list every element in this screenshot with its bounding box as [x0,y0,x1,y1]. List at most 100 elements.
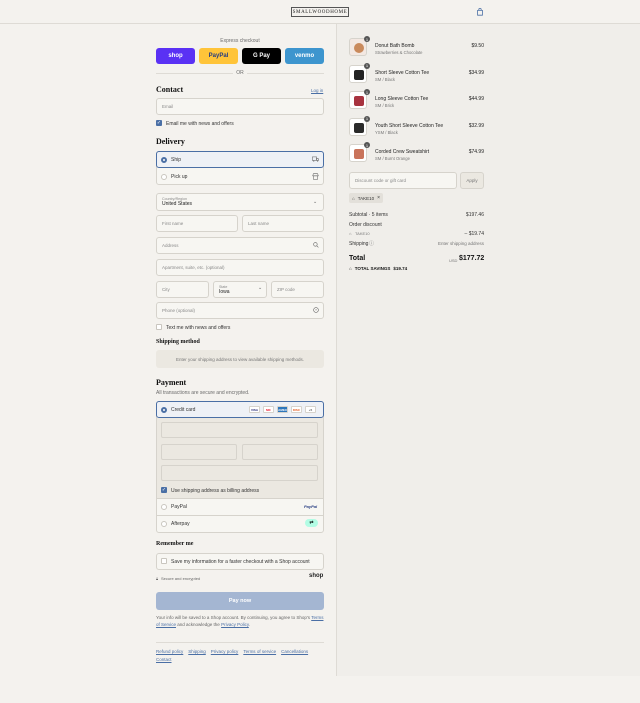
card-number-field[interactable] [161,422,318,438]
address-field[interactable]: Address [156,237,324,254]
total-value: $177.72 [459,255,485,262]
svg-text:?: ? [315,308,317,312]
store-logo[interactable]: SMALLWOODHOME [291,7,349,17]
card-brands: VISA MC AMEX DISC +5 [249,406,316,413]
divider [157,498,323,499]
shipping-value: Enter shipping address [437,241,484,246]
contact-link[interactable]: Contact [156,657,172,662]
payment-title: Payment [156,378,187,387]
discount-tag: ⌂ TAKE10 × [349,193,384,203]
terms-of-service-link[interactable]: Terms of service [243,649,276,654]
total-savings-label: TOTAL SAVINGS [354,266,391,271]
cancellations-link[interactable]: Cancellations [281,649,308,654]
quantity-badge: 1 [364,36,370,42]
pickup-radio[interactable] [161,174,167,180]
remember-me-title: Remember me [156,541,194,547]
item-price: $44.99 [468,96,484,102]
product-image [354,122,364,133]
product-image [354,69,364,80]
phone-field[interactable]: Phone (optional) [156,302,324,319]
shipping-label: Shipping [349,241,369,247]
pickup-label: Pick up [171,174,188,180]
discount-tag-label: TAKE10 [357,195,375,201]
ship-radio[interactable] [161,157,167,163]
refund-policy-link[interactable]: Refund policy [156,649,183,654]
product-image [354,43,364,53]
city-field[interactable]: City [156,281,209,298]
save-info-label: Save my information for a faster checkou… [171,559,310,565]
order-discount-label: Order discount [349,222,382,228]
subtotal-value: $197.46 [465,212,484,218]
afterpay-radio[interactable] [161,521,167,527]
country-select[interactable]: Country/Region United States [156,193,324,211]
country-value: United States [162,201,193,207]
express-venmo-button[interactable]: venmo [285,48,324,64]
shipping-link[interactable]: Shipping [188,649,206,654]
help-icon[interactable]: ⓘ [369,240,374,247]
pay-now-button[interactable]: Pay now [156,592,324,610]
total-savings: ⌂ TOTAL SAVINGS $19.74 [349,266,407,271]
express-gpay-button[interactable]: G Pay [242,48,281,64]
order-item: 1 Donut Bath Bomb Strawberries & Chocola… [349,36,484,65]
express-paypal-button[interactable]: PayPal [199,48,238,64]
item-price: $9.50 [471,43,484,49]
billing-same-checkbox[interactable]: ✓ [161,487,167,493]
paypal-radio[interactable] [161,504,167,510]
email-field[interactable]: Email [156,98,324,115]
search-icon [313,242,319,248]
item-price: $32.99 [468,122,484,129]
item-name: Donut Bath Bomb [375,43,415,49]
shopping-bag-icon[interactable] [476,8,484,16]
express-shop-button[interactable]: shop [156,48,195,64]
subtotal-label: Subtotal · 5 items [349,212,388,218]
tag-icon: ⌂ [352,195,355,201]
shipping-method-notice: Enter your shipping address to view avai… [156,350,324,368]
card-brand-icon: VISA [249,406,260,413]
quantity-badge: 1 [364,115,370,122]
privacy-link[interactable]: Privacy Policy [221,622,249,627]
help-icon[interactable]: ? [313,307,319,313]
card-cvv-field[interactable] [242,444,318,460]
item-price: $74.99 [468,149,484,155]
ship-label: Ship [171,157,182,163]
contact-title: Contact [156,85,184,94]
payment-subtitle: All transactions are secure and encrypte… [156,390,250,396]
product-image [354,149,364,159]
legal-text-end: . [248,622,251,627]
save-info-checkbox[interactable] [161,558,167,564]
product-image [354,96,364,106]
card-expiry-field[interactable] [161,444,237,460]
afterpay-label: Afterpay [171,521,190,527]
text-me-checkbox[interactable] [156,324,162,330]
quantity-badge: 1 [364,62,370,69]
item-name: Short Sleeve Cotton Tee [375,69,430,76]
tag-icon: ⌂ [349,231,352,236]
secure-label: Secure and encrypted [161,576,201,581]
ship-option[interactable] [156,151,324,168]
paypal-logo: PayPal [304,504,318,509]
newsletter-checkbox[interactable]: ✓ [156,120,162,126]
express-checkout-label: Express checkout [220,38,260,44]
legal-text-part: and acknowledge the [177,622,220,627]
afterpay-icon: ⇄ [305,519,318,527]
or-label: OR [233,70,247,76]
zip-field[interactable]: ZIP code [271,281,324,298]
quantity-badge: 1 [364,89,370,95]
discount-code-field[interactable]: Discount code or gift card [349,172,457,189]
login-link[interactable]: Log in [311,88,323,93]
card-brand-icon: MC [263,406,274,413]
credit-card-radio[interactable] [161,407,167,413]
last-name-field[interactable]: Last name [242,215,324,232]
card-name-field[interactable] [161,465,318,481]
apartment-field[interactable]: Apartment, suite, etc. (optional) [156,259,324,276]
order-items: 1 Donut Bath Bomb Strawberries & Chocola… [349,36,484,171]
column-divider [336,24,337,676]
newsletter-label: Email me with news and offers [166,121,234,127]
shipping-method-title: Shipping method [156,339,200,345]
store-icon [312,173,319,180]
truck-icon [312,156,319,162]
first-name-field[interactable]: First name [156,215,238,232]
close-icon[interactable]: × [377,195,380,201]
apply-button[interactable]: Apply [460,172,484,189]
privacy-policy-link[interactable]: Privacy policy [211,649,239,654]
